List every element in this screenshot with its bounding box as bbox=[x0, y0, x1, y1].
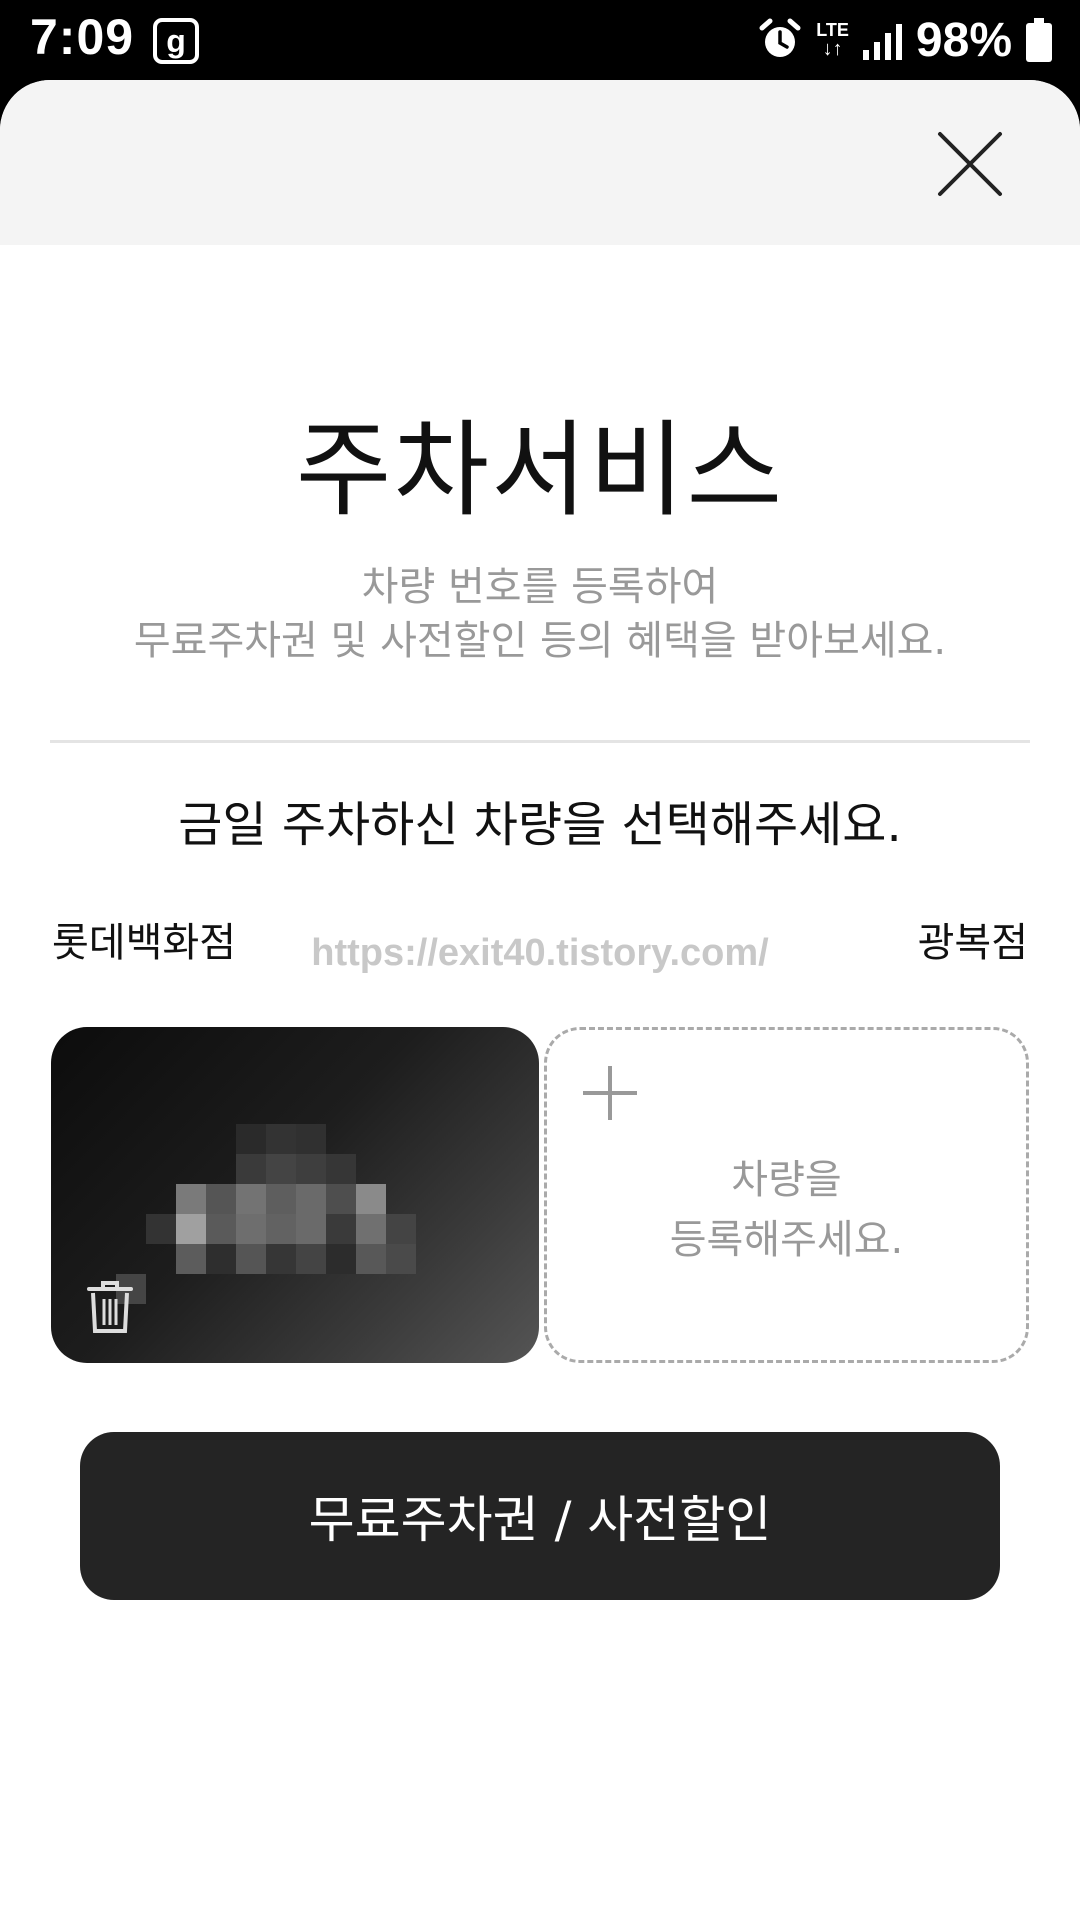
status-icons: LTE ↓↑ 98% bbox=[758, 10, 1052, 70]
add-car-button[interactable]: 차량을 등록해주세요. bbox=[544, 1027, 1029, 1363]
status-time: 7:09 bbox=[30, 9, 135, 65]
lte-label: LTE bbox=[816, 20, 849, 40]
alarm-icon bbox=[759, 18, 801, 57]
parking-service-sheet: 주차서비스 차량 번호를 등록하여 무료주차권 및 사전할인 등의 혜택을 받아… bbox=[0, 80, 1080, 1920]
subtitle-line-2: 무료주차권 및 사전할인 등의 혜택을 받아보세요. bbox=[133, 618, 947, 664]
free-parking-discount-button[interactable]: 무료주차권 / 사전할인 bbox=[80, 1432, 1000, 1600]
trash-icon[interactable] bbox=[85, 1279, 135, 1335]
page-title: 주차서비스 bbox=[295, 409, 785, 531]
sheet-header bbox=[0, 80, 1080, 245]
app-notification-icon: g bbox=[153, 18, 199, 64]
plus-icon bbox=[583, 1066, 637, 1120]
select-car-prompt: 금일 주차하신 차량을 선택해주세요. bbox=[178, 797, 902, 853]
registered-car-card[interactable] bbox=[51, 1027, 539, 1363]
battery-percent: 98% bbox=[915, 13, 1012, 67]
subtitle-line-1: 차량 번호를 등록하여 bbox=[361, 564, 719, 610]
battery-icon bbox=[1026, 18, 1052, 62]
page-subtitle: 차량 번호를 등록하여 무료주차권 및 사전할인 등의 혜택을 받아보세요. bbox=[0, 560, 1080, 668]
close-icon[interactable] bbox=[930, 124, 1010, 204]
add-car-text: 차량을 등록해주세요. bbox=[547, 1150, 1026, 1270]
signal-icon bbox=[862, 20, 902, 60]
add-car-line-1: 차량을 bbox=[731, 1157, 842, 1203]
add-car-line-2: 등록해주세요. bbox=[669, 1217, 904, 1263]
status-bar: 7:09 g LTE ↓↑ 98% bbox=[0, 0, 1080, 80]
divider bbox=[50, 740, 1030, 743]
lte-icon: LTE ↓↑ bbox=[816, 20, 849, 60]
watermark-text: https://exit40.tistory.com/ bbox=[311, 932, 769, 974]
